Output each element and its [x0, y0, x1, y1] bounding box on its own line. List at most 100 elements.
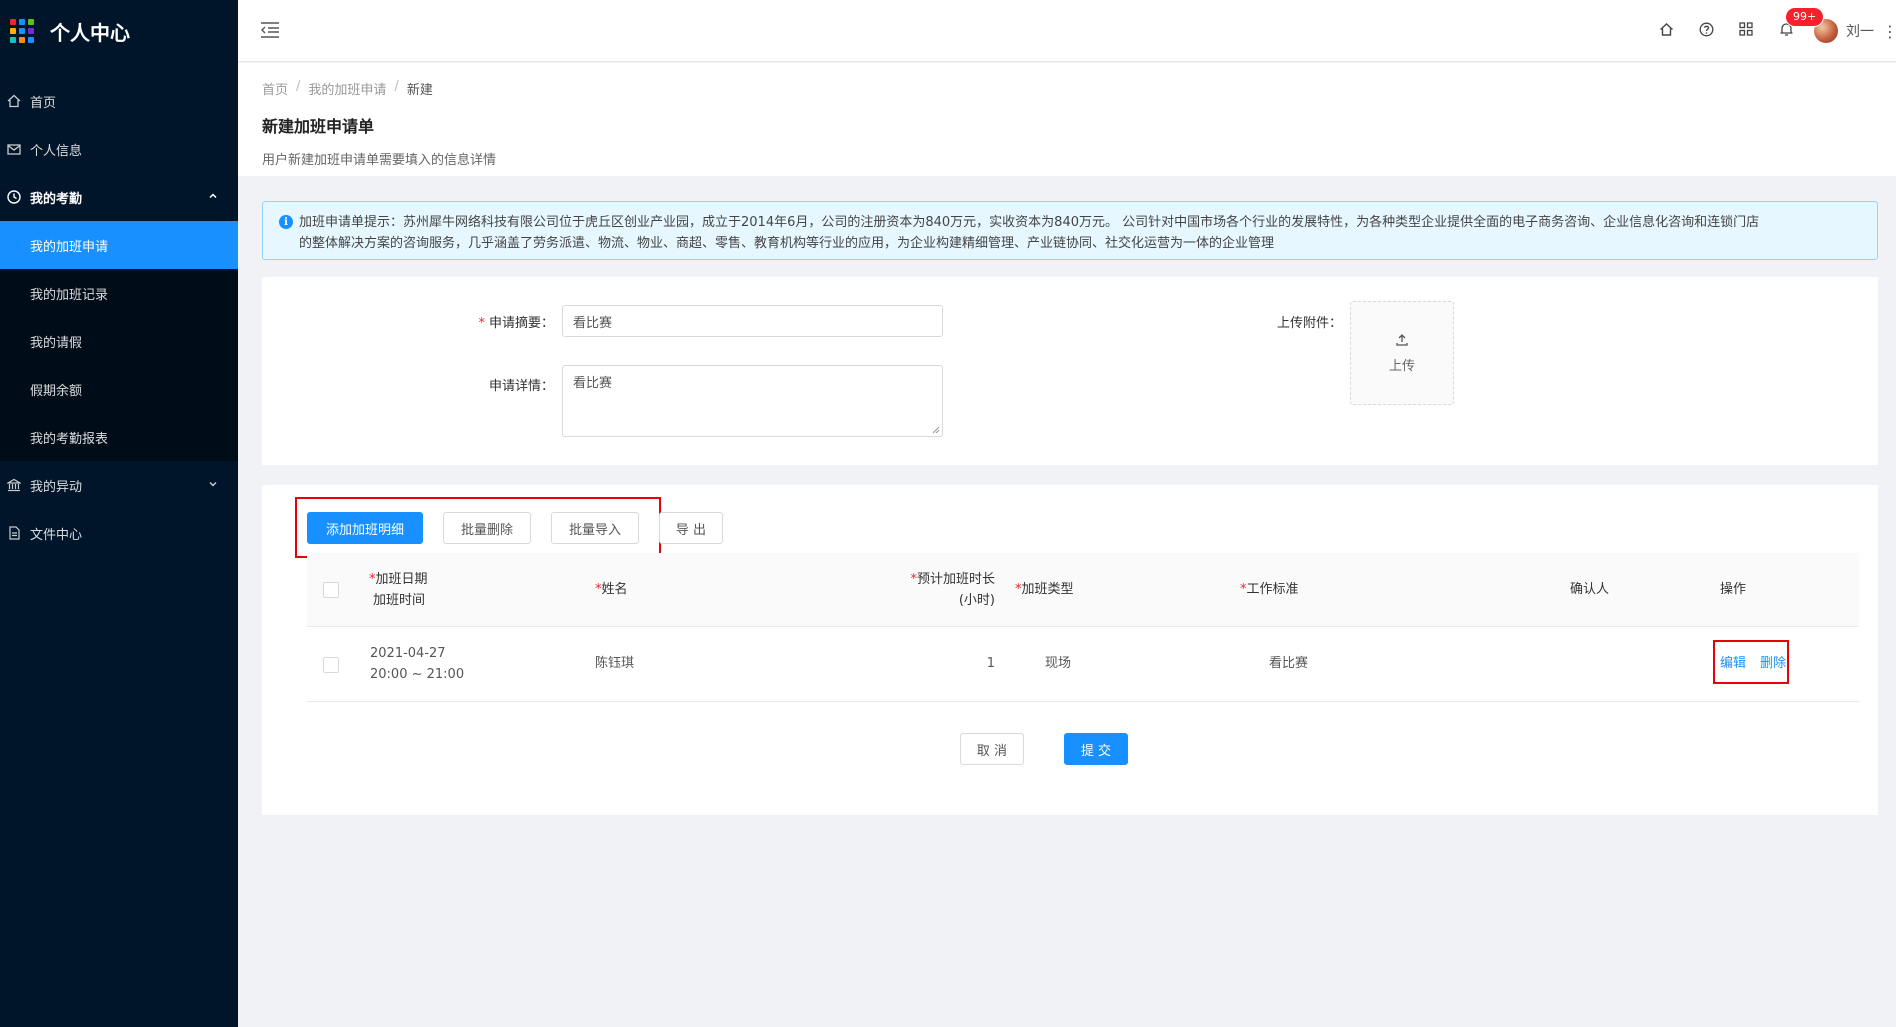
username: 刘一: [1846, 24, 1874, 40]
logo-dot: [28, 28, 34, 34]
sidebar-item-label: 个人信息: [30, 143, 83, 159]
logo-dot: [10, 28, 16, 34]
sidebar-item-my-overtime-application[interactable]: 我的加班申请: [0, 221, 238, 269]
question-icon: [1699, 22, 1714, 41]
logo-dot: [28, 37, 34, 43]
logo-dot: [19, 37, 25, 43]
more-vertical-icon[interactable]: ⋮: [1882, 0, 1896, 62]
home-icon: [1659, 22, 1674, 41]
sidebar-item-label: 我的考勤: [30, 191, 83, 207]
cell-standard: 看比赛: [1269, 656, 1309, 671]
cancel-button[interactable]: 取 消: [960, 733, 1024, 765]
sidebar-item-attendance[interactable]: 我的考勤: [0, 173, 238, 221]
table-header: *加班日期 加班时间 *姓名 *预计加班时长 (小时) *加班类型 *工作标准 …: [307, 553, 1859, 627]
header-standard: *工作标准: [1240, 582, 1299, 597]
submit-button[interactable]: 提 交: [1064, 733, 1128, 765]
bank-icon: [6, 477, 22, 493]
select-all-checkbox[interactable]: [323, 582, 339, 598]
summary-label: * 申请摘要：: [478, 316, 554, 331]
sidebar-item-home[interactable]: 首页: [0, 77, 238, 125]
cell-type: 现场: [1045, 656, 1072, 671]
breadcrumb: 首页 / 我的加班申请 / 新建: [262, 79, 1872, 98]
clock-icon: [6, 189, 22, 205]
sidebar-item-my-leave[interactable]: 我的请假: [0, 317, 238, 365]
breadcrumb-separator: /: [296, 79, 301, 94]
help-button[interactable]: [1686, 0, 1726, 62]
batch-import-button[interactable]: 批量导入: [551, 512, 639, 544]
logo-dot: [10, 19, 16, 25]
sidebar-item-leave-balance[interactable]: 假期余额: [0, 365, 238, 413]
home-icon: [6, 93, 22, 109]
sidebar-item-label: 首页: [30, 95, 57, 111]
header-type: *加班类型: [1015, 582, 1074, 597]
sidebar-menu: 首页 个人信息 我的考勤 我的加班申请 我的加班记录 我的请假 假期余额 我的考…: [0, 77, 238, 557]
chevron-up-icon: [208, 190, 218, 205]
upload-button[interactable]: 上传: [1350, 301, 1454, 405]
sidebar-item-label: 假期余额: [30, 383, 83, 399]
overtime-details-card: 添加加班明细 批量删除 批量导入 导 出 *加班日期 加班时间 *姓名 *预计加…: [262, 485, 1878, 815]
application-form: * 申请摘要： 看比赛 申请详情： 看比赛 上传附件： 上传: [262, 277, 1878, 465]
header-hours: *预计加班时长 (小时): [910, 572, 995, 608]
table-row: 2021-04-27 20:00 ~ 21:00 陈钰琪 1 现场 看比赛 编辑…: [307, 627, 1859, 702]
sidebar-item-changes[interactable]: 我的异动: [0, 461, 238, 509]
sidebar-item-label: 我的请假: [30, 335, 83, 351]
notification-badge: 99+: [1786, 8, 1824, 26]
logo-dot: [10, 37, 16, 43]
detail-label: 申请详情：: [488, 379, 554, 394]
sidebar-item-profile[interactable]: 个人信息: [0, 125, 238, 173]
cell-date: 2021-04-27 20:00 ~ 21:00: [370, 646, 465, 682]
header-action: 操作: [1720, 582, 1747, 597]
sidebar: 个人中心 首页 个人信息 我的考勤 我的加班申请 我的加班记录 我的请假 假期余…: [0, 0, 238, 1027]
export-button[interactable]: 导 出: [659, 512, 723, 544]
home-button[interactable]: [1646, 0, 1686, 62]
logo-dot: [19, 19, 25, 25]
actions-highlight: [1713, 640, 1789, 684]
cell-name: 陈钰琪: [595, 656, 635, 671]
detail-textarea[interactable]: 看比赛: [562, 365, 943, 437]
menu-fold-icon[interactable]: [260, 21, 280, 43]
upload-label: 上传: [1388, 358, 1415, 374]
sidebar-item-my-overtime-records[interactable]: 我的加班记录: [0, 269, 238, 317]
info-icon: i: [279, 215, 293, 229]
alert-text-line2: 的整体解决方案的咨询服务，几乎涵盖了劳务派遣、物流、物业、商超、零售、教育机构等…: [299, 236, 1275, 251]
alert-text-line1: 加班申请单提示：苏州犀牛网络科技有限公司位于虎丘区创业产业园，成立于2014年6…: [299, 215, 1760, 230]
mail-icon: [6, 141, 22, 157]
sidebar-item-label: 我的考勤报表: [30, 431, 109, 447]
cell-hours: 1: [986, 656, 995, 671]
breadcrumb-home[interactable]: 首页: [262, 79, 288, 98]
summary-input[interactable]: 看比赛: [562, 305, 943, 337]
top-header: 99+ 刘一 ⋮: [238, 0, 1896, 62]
upload-icon: [1395, 333, 1409, 351]
app-title: 个人中心: [50, 20, 130, 45]
notification-button[interactable]: 99+: [1766, 0, 1824, 62]
sidebar-item-files[interactable]: 文件中心: [0, 509, 238, 557]
page-title: 新建加班申请单: [262, 117, 375, 136]
attachment-label: 上传附件：: [1276, 316, 1342, 331]
page-header: 首页 / 我的加班申请 / 新建 新建加班申请单 用户新建加班申请单需要填入的信…: [238, 63, 1896, 176]
header-confirmer: 确认人: [1570, 582, 1610, 597]
header-date: *加班日期 加班时间: [369, 572, 428, 608]
breadcrumb-overtime[interactable]: 我的加班申请: [308, 79, 386, 98]
add-detail-button[interactable]: 添加加班明细: [307, 512, 423, 544]
sidebar-item-label: 我的异动: [30, 479, 83, 495]
breadcrumb-current: 新建: [406, 83, 433, 98]
chevron-down-icon: [208, 478, 218, 493]
logo-dot: [28, 19, 34, 25]
sidebar-item-label: 文件中心: [30, 527, 83, 543]
info-alert: i 加班申请单提示：苏州犀牛网络科技有限公司位于虎丘区创业产业园，成立于2014…: [262, 201, 1878, 260]
resize-handle-icon[interactable]: [932, 426, 940, 434]
file-icon: [6, 525, 22, 541]
logo-dot: [19, 28, 25, 34]
sidebar-item-label: 我的加班记录: [30, 287, 109, 303]
row-checkbox[interactable]: [323, 657, 339, 673]
page-description: 用户新建加班申请单需要填入的信息详情: [262, 153, 497, 168]
sidebar-item-attendance-report[interactable]: 我的考勤报表: [0, 413, 238, 461]
attendance-submenu: 我的加班申请 我的加班记录 我的请假 假期余额 我的考勤报表: [0, 221, 238, 461]
batch-delete-button[interactable]: 批量删除: [443, 512, 531, 544]
app-logo[interactable]: 个人中心: [0, 0, 238, 62]
header-name: *姓名: [595, 582, 628, 597]
sidebar-item-label: 我的加班申请: [30, 239, 109, 255]
apps-icon: [1739, 22, 1753, 40]
header-actions: 99+ 刘一 ⋮: [1646, 0, 1896, 62]
apps-button[interactable]: [1726, 0, 1766, 62]
